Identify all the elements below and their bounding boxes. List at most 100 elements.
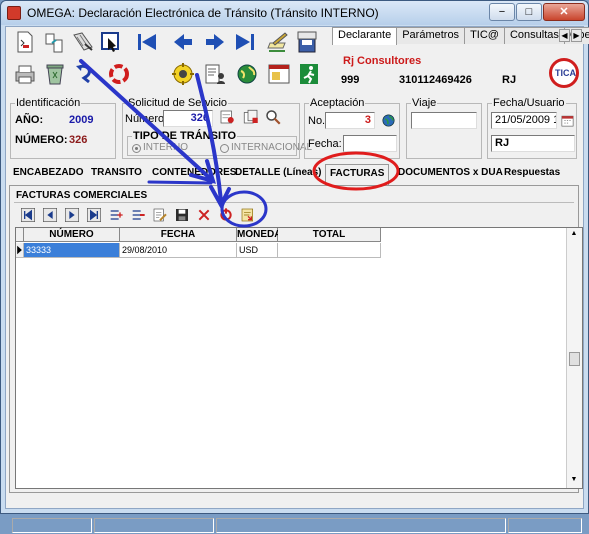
- grid-vertical-scrollbar[interactable]: ▲ ▼: [566, 228, 582, 488]
- column-header-numero[interactable]: NÚMERO: [24, 228, 120, 242]
- tica-logo: TICA: [549, 58, 579, 88]
- tab-respuestas[interactable]: Respuestas: [504, 167, 560, 178]
- year-value: 2009: [69, 114, 94, 126]
- fecha-usuario-group: Fecha/Usuario 21/05/2009 10: RJ: [487, 97, 577, 159]
- identificacion-group: Identificación AÑO: 2009 NÚMERO: 326: [10, 97, 116, 159]
- tica-logo-text: TICA: [555, 68, 576, 78]
- document-person-icon[interactable]: [202, 61, 228, 87]
- column-header-moneda[interactable]: MONEDA: [237, 228, 281, 242]
- grid-save-icon[interactable]: [172, 205, 192, 225]
- aceptacion-group: Aceptación No. 3 Fecha:: [304, 97, 400, 159]
- minimize-button[interactable]: −: [489, 3, 515, 21]
- calendar-icon[interactable]: [558, 111, 576, 129]
- grid-insert-row-icon[interactable]: [106, 205, 126, 225]
- aceptacion-fecha-field[interactable]: [343, 135, 397, 152]
- scroll-up-icon[interactable]: ▲: [569, 230, 579, 240]
- cell-moneda[interactable]: USD: [237, 243, 278, 258]
- tab-transito[interactable]: TRANSITO: [91, 167, 142, 178]
- tab-encabezado[interactable]: ENCABEZADO: [13, 167, 84, 178]
- status-panel-4: [508, 518, 582, 533]
- tab-scroll-left-button[interactable]: ◀: [559, 29, 570, 42]
- column-header-total[interactable]: TOTAL: [278, 228, 381, 242]
- grid-import-icon[interactable]: [238, 205, 258, 225]
- documents-icon[interactable]: [241, 107, 261, 127]
- status-panel-1: [12, 518, 92, 533]
- previous-record-icon[interactable]: [170, 29, 196, 55]
- cell-fecha[interactable]: 29/08/2010: [120, 243, 237, 258]
- write-icon[interactable]: [264, 29, 290, 55]
- usuario-field[interactable]: RJ: [491, 135, 575, 152]
- lookup-icon[interactable]: [217, 107, 237, 127]
- maximize-button[interactable]: □: [516, 3, 542, 21]
- fecha-usuario-title: Fecha/Usuario: [492, 97, 566, 109]
- first-record-icon[interactable]: [134, 29, 160, 55]
- globe-icon[interactable]: [378, 110, 398, 130]
- new-document-icon[interactable]: [12, 29, 38, 55]
- window-form-icon[interactable]: [266, 61, 292, 87]
- app-window: OMEGA: Declaración Electrónica de Tránsi…: [0, 0, 589, 533]
- grid-first-icon[interactable]: [18, 205, 38, 225]
- tab-parametros[interactable]: Parámetros: [396, 27, 466, 44]
- grid-last-icon[interactable]: [84, 205, 104, 225]
- tab-contenedores[interactable]: CONTENEDORES: [152, 167, 236, 178]
- number-value: 326: [69, 134, 88, 146]
- world-icon[interactable]: [234, 61, 260, 87]
- tab-consultas[interactable]: Consultas: [503, 27, 565, 44]
- radio-internacional-label: INTERNACIONAL: [231, 142, 313, 153]
- tab-facturas[interactable]: FACTURAS: [325, 164, 390, 186]
- grid-edit-icon[interactable]: [150, 205, 170, 225]
- tab-tica[interactable]: TIC@: [464, 27, 505, 44]
- aceptacion-title: Aceptación: [309, 97, 366, 109]
- aceptacion-fecha-label: Fecha:: [308, 138, 342, 150]
- next-record-icon[interactable]: [202, 29, 228, 55]
- undo-icon[interactable]: [72, 61, 98, 87]
- grid-refresh-icon[interactable]: [216, 205, 236, 225]
- status-bar: [10, 518, 589, 534]
- save-disk-icon[interactable]: [294, 29, 320, 55]
- print-icon[interactable]: [12, 61, 38, 87]
- grid-next-icon[interactable]: [62, 205, 82, 225]
- row-selector[interactable]: [16, 243, 24, 258]
- solicitud-number-label: Número:: [125, 113, 168, 125]
- exit-icon[interactable]: [296, 61, 322, 87]
- window-title: OMEGA: Declaración Electrónica de Tránsi…: [27, 6, 379, 20]
- settings-icon[interactable]: [170, 61, 196, 87]
- app-icon: [7, 6, 21, 20]
- last-record-icon[interactable]: [232, 29, 258, 55]
- recycle-bin-icon[interactable]: [42, 61, 68, 87]
- radio-internacional[interactable]: [220, 144, 229, 153]
- tab-documentos-x-dua[interactable]: DOCUMENTOS x DUA: [398, 167, 503, 178]
- grid-delete-row-icon[interactable]: [128, 205, 148, 225]
- edit-document-icon[interactable]: [70, 29, 96, 55]
- title-divider: [14, 202, 574, 203]
- viaje-field[interactable]: [411, 112, 477, 129]
- cell-total[interactable]: [278, 243, 381, 258]
- facturas-panel: FACTURAS COMERCIALES NÚMERO FECHA MONEDA…: [9, 185, 583, 493]
- close-button[interactable]: ✕: [543, 3, 585, 21]
- scroll-down-icon[interactable]: ▼: [569, 476, 579, 486]
- declarante-id: 310112469426: [399, 74, 472, 86]
- cell-numero[interactable]: 33333: [24, 243, 120, 258]
- grid-cancel-icon[interactable]: [194, 205, 214, 225]
- number-label: NÚMERO:: [15, 134, 68, 146]
- tab-scroll-right-button[interactable]: ▶: [571, 29, 582, 42]
- status-panel-2: [94, 518, 214, 533]
- client-area: Declarante Parámetros TIC@ Consultas Ope…: [5, 26, 589, 533]
- solicitud-number-field[interactable]: 326: [163, 110, 213, 127]
- tab-declarante[interactable]: Declarante: [332, 27, 398, 45]
- select-icon[interactable]: [98, 29, 124, 55]
- fecha-field[interactable]: 21/05/2009 10:: [491, 112, 557, 129]
- title-bar: OMEGA: Declaración Electrónica de Tránsi…: [1, 1, 588, 25]
- column-header-fecha[interactable]: FECHA: [120, 228, 237, 242]
- scroll-thumb[interactable]: [569, 352, 580, 366]
- magnifier-icon[interactable]: [263, 107, 283, 127]
- grid-prev-icon[interactable]: [40, 205, 60, 225]
- tab-detalle-lineas[interactable]: DETALLE (Líneas): [235, 167, 321, 178]
- refresh-icon[interactable]: [106, 61, 132, 87]
- copy-document-icon[interactable]: [42, 29, 68, 55]
- declarante-code: 999: [341, 74, 360, 86]
- radio-interno[interactable]: [132, 144, 141, 153]
- facturas-grid: NÚMERO FECHA MONEDA TOTAL 33333 29/08/20…: [15, 227, 583, 489]
- facturas-title: FACTURAS COMERCIALES: [16, 190, 148, 201]
- aceptacion-no-field[interactable]: 3: [325, 112, 375, 129]
